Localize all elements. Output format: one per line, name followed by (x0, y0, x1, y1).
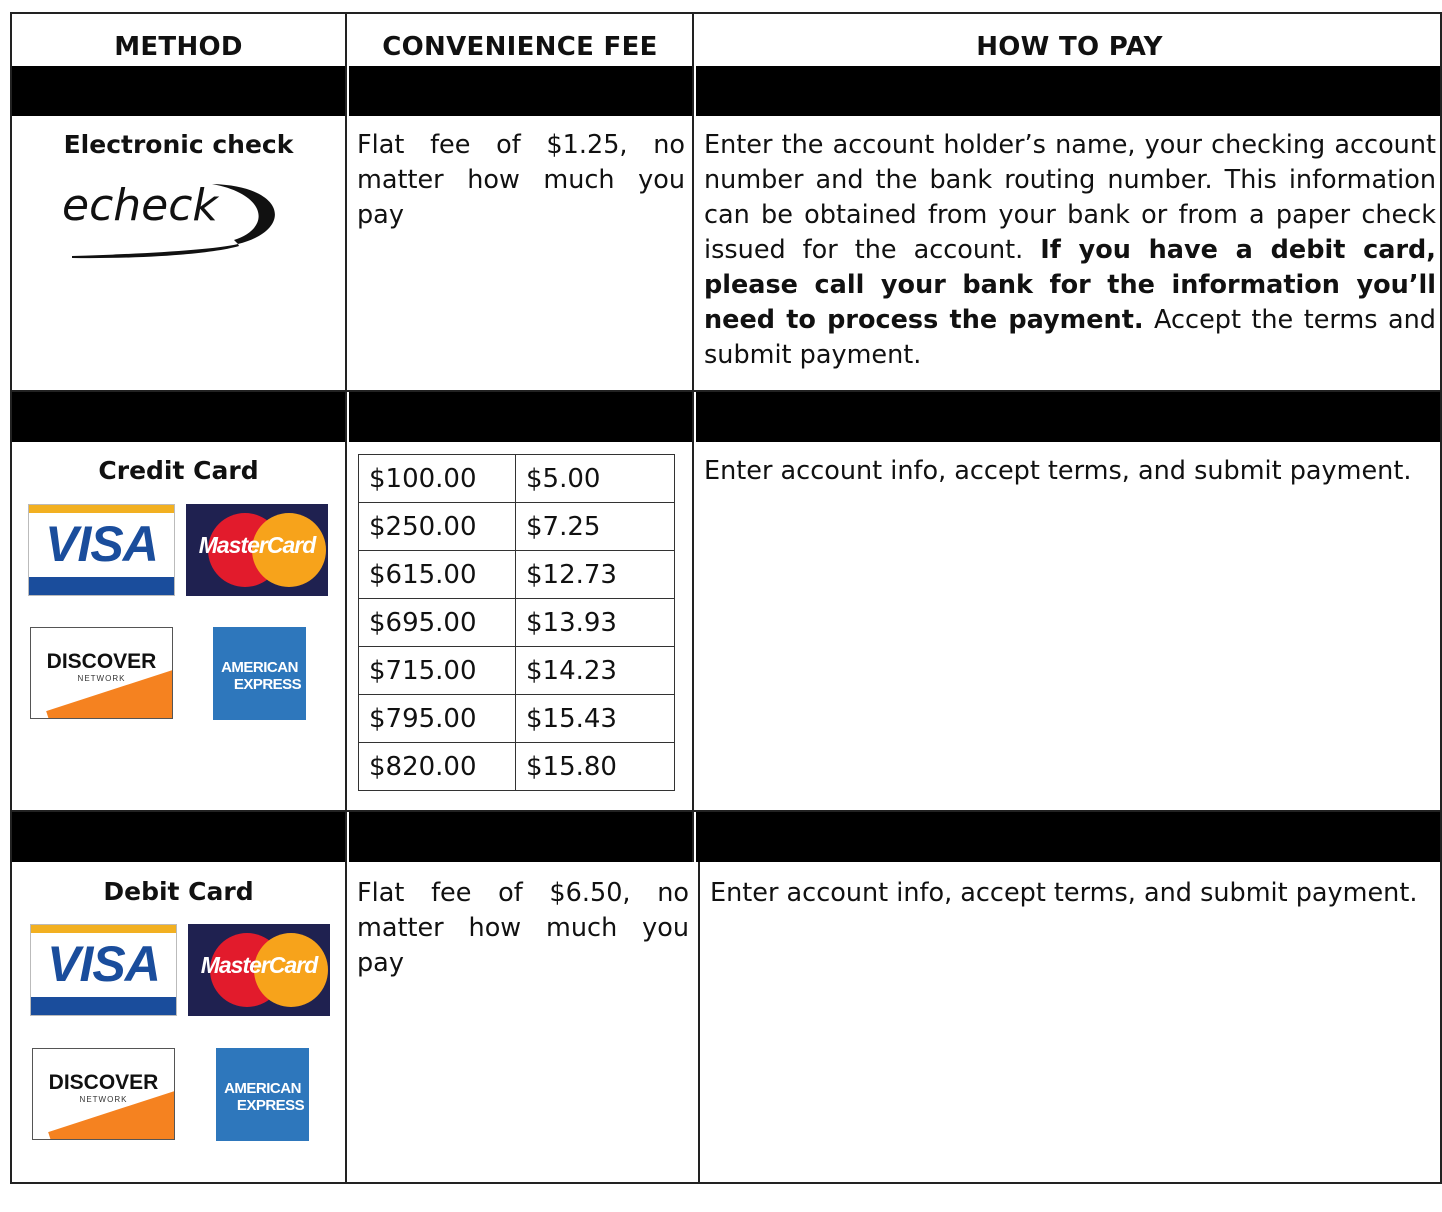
echeck-logo: echeck (62, 180, 302, 260)
fee-amount-cell: $250.00 (358, 502, 516, 551)
discover-logo: DISCOVER NETWORK (30, 627, 173, 719)
method-echeck-title: Electronic check (63, 130, 294, 159)
credit-how-to-pay: Enter account info, accept terms, and su… (704, 456, 1412, 486)
fee-amount-cell: $820.00 (358, 742, 516, 791)
mastercard-logo: MasterCard (186, 504, 328, 596)
mastercard-logo: MasterCard (188, 924, 330, 1016)
fee-amount-cell: $715.00 (358, 646, 516, 695)
header-how: HOW TO PAY (976, 32, 1163, 62)
fee-value-cell: $7.25 (515, 502, 675, 551)
fee-amount-cell: $100.00 (358, 454, 516, 503)
fee-amount-cell: $615.00 (358, 550, 516, 599)
fee-value-cell: $15.43 (515, 694, 675, 743)
fee-table-row: $820.00 $15.80 (358, 742, 675, 791)
fee-value-cell: $15.80 (515, 742, 675, 791)
debit-how-to-pay: Enter account info, accept terms, and su… (710, 878, 1418, 908)
fee-value-cell: $13.93 (515, 598, 675, 647)
echeck-how-to-pay: Enter the account holder’s name, your ch… (704, 130, 1436, 370)
fee-table-row: $615.00 $12.73 (358, 550, 675, 599)
method-credit-title: Credit Card (98, 456, 259, 485)
separator-band-3 (12, 812, 1440, 862)
fee-table-row: $715.00 $14.23 (358, 646, 675, 695)
credit-fee-table: $100.00 $5.00 $250.00 $7.25 $615.00 $12.73 $69… (358, 454, 675, 791)
visa-logo: VISA (30, 924, 177, 1016)
visa-logo: VISA (28, 504, 175, 596)
fee-amount-cell: $795.00 (358, 694, 516, 743)
amex-logo: AMERICAN EXPRESS (216, 1048, 309, 1141)
fee-table-row: $695.00 $13.93 (358, 598, 675, 647)
fee-table-row: $795.00 $15.43 (358, 694, 675, 743)
header-method: METHOD (114, 32, 243, 62)
fee-amount-cell: $695.00 (358, 598, 516, 647)
payment-methods-table: METHOD CONVENIENCE FEE HOW TO PAY Electr… (10, 12, 1442, 1184)
method-debit-title: Debit Card (103, 877, 254, 906)
amex-logo: AMERICAN EXPRESS (213, 627, 306, 720)
fee-value-cell: $12.73 (515, 550, 675, 599)
separator-band-1 (12, 66, 1440, 116)
debit-fee: Flat fee of $6.50, no matter how much yo… (357, 878, 689, 978)
fee-table-row: $100.00 $5.00 (358, 454, 675, 503)
separator-band-2 (12, 392, 1440, 442)
discover-logo: DISCOVER NETWORK (32, 1048, 175, 1140)
fee-table-row: $250.00 $7.25 (358, 502, 675, 551)
echeck-fee: Flat fee of $1.25, no matter how much yo… (357, 130, 685, 230)
fee-value-cell: $5.00 (515, 454, 675, 503)
header-fee: CONVENIENCE FEE (382, 32, 658, 62)
fee-value-cell: $14.23 (515, 646, 675, 695)
